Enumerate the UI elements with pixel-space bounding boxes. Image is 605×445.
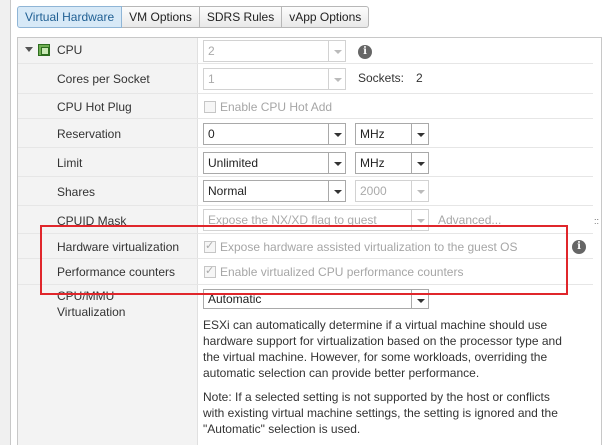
cpu-hot-add-label: Enable CPU Hot Add <box>220 100 333 114</box>
cpu-mmu-label-line1: CPU/MMU <box>57 289 115 303</box>
reservation-label: Reservation <box>57 127 122 141</box>
shares-level-value: Normal <box>208 184 247 198</box>
cpu-count-value: 2 <box>208 44 215 58</box>
limit-unit-select[interactable]: MHz <box>355 152 429 174</box>
dropdown-arrow-icon <box>411 153 428 173</box>
reservation-input[interactable]: 0 <box>203 123 346 145</box>
sockets-value: 2 <box>416 71 423 85</box>
dropdown-arrow-icon <box>328 181 345 201</box>
limit-label: Limit <box>57 156 83 170</box>
cpu-count-select[interactable]: 2 <box>203 40 346 62</box>
tab-vapp-options[interactable]: vApp Options <box>282 6 370 28</box>
cpuid-mask-row: CPUID Mask Expose the NX/XD flag to gues… <box>18 206 593 234</box>
dropdown-arrow-icon <box>411 210 428 230</box>
cpuid-mask-label: CPUID Mask <box>57 214 127 228</box>
reservation-value: 0 <box>208 127 215 141</box>
cpu-hot-plug-label: CPU Hot Plug <box>57 100 132 114</box>
cpu-label: CPU <box>57 43 83 57</box>
cores-per-socket-select[interactable]: 1 <box>203 68 346 90</box>
splitter-handle[interactable]: :: <box>594 216 599 226</box>
reservation-row: Reservation 0 MHz <box>18 119 593 148</box>
limit-row: Limit Unlimited MHz <box>18 148 593 177</box>
cpuid-mask-value: Expose the NX/XD flag to guest <box>208 213 377 227</box>
dropdown-arrow-icon <box>411 181 428 201</box>
hardware-virtualization-row: Hardware virtualization Expose hardware … <box>18 234 593 259</box>
tab-vm-options[interactable]: VM Options <box>122 6 200 28</box>
shares-level-select[interactable]: Normal <box>203 180 346 202</box>
shares-amount-input[interactable]: 2000 <box>355 180 429 202</box>
left-pane-edge <box>0 0 11 445</box>
dropdown-arrow-icon <box>328 69 345 89</box>
dropdown-arrow-icon <box>328 41 345 61</box>
cpu-icon <box>38 44 50 56</box>
tab-sdrs-rules[interactable]: SDRS Rules <box>199 6 283 28</box>
dropdown-arrow-icon[interactable] <box>328 153 345 173</box>
expand-arrow-icon[interactable] <box>25 47 33 52</box>
info-icon[interactable]: i <box>572 240 586 254</box>
limit-input[interactable]: Unlimited <box>203 152 346 174</box>
settings-panel: CPU 2 i Cores per Socket 1 Sockets: 2 CP… <box>17 37 602 445</box>
performance-counters-label: Performance counters <box>57 265 176 279</box>
cpuid-mask-select[interactable]: Expose the NX/XD flag to guest <box>203 209 429 231</box>
cpu-mmu-virtualization-row: CPU/MMU Virtualization Automatic ESXi ca… <box>18 285 593 445</box>
performance-counters-row: Performance counters Enable virtualized … <box>18 259 593 285</box>
advanced-button[interactable]: Advanced... <box>438 213 501 227</box>
cpu-mmu-select[interactable]: Automatic <box>203 289 429 309</box>
performance-counters-checkbox-label: Enable virtualized CPU performance count… <box>220 265 464 279</box>
performance-counters-checkbox[interactable] <box>204 264 216 278</box>
sockets-label: Sockets: <box>358 71 405 85</box>
shares-label: Shares <box>57 185 96 199</box>
cpu-mmu-value: Automatic <box>208 292 262 306</box>
dropdown-arrow-icon <box>411 290 428 308</box>
shares-row: Shares Normal 2000 <box>18 177 593 206</box>
cores-per-socket-label: Cores per Socket <box>57 72 150 86</box>
cpu-mmu-label-line2: Virtualization <box>57 305 126 319</box>
hardware-virtualization-checkbox[interactable] <box>204 239 216 253</box>
cores-per-socket-value: 1 <box>208 72 215 86</box>
tab-virtual-hardware[interactable]: Virtual Hardware <box>17 6 123 28</box>
shares-amount-value: 2000 <box>360 184 387 198</box>
cores-per-socket-row: Cores per Socket 1 Sockets: 2 <box>18 64 593 94</box>
hardware-virtualization-label: Hardware virtualization <box>57 240 180 254</box>
limit-unit: MHz <box>360 156 385 170</box>
cpu-hot-plug-row: CPU Hot Plug Enable CPU Hot Add <box>18 94 593 119</box>
reservation-unit-select[interactable]: MHz <box>355 123 429 145</box>
reservation-unit: MHz <box>360 127 385 141</box>
cpu-mmu-note: Note: If a selected setting is not suppo… <box>203 390 558 436</box>
tab-bar: Virtual Hardware VM Options SDRS Rules v… <box>17 6 370 28</box>
cpu-hot-add-checkbox[interactable] <box>204 101 216 113</box>
dropdown-arrow-icon[interactable] <box>328 124 345 144</box>
limit-value: Unlimited <box>208 156 259 170</box>
cpu-row: CPU 2 i <box>18 38 593 64</box>
hardware-virtualization-checkbox-label: Expose hardware assisted virtualization … <box>220 240 518 254</box>
info-icon[interactable]: i <box>358 45 372 59</box>
cpu-mmu-description: ESXi can automatically determine if a vi… <box>203 318 562 380</box>
dropdown-arrow-icon <box>411 124 428 144</box>
